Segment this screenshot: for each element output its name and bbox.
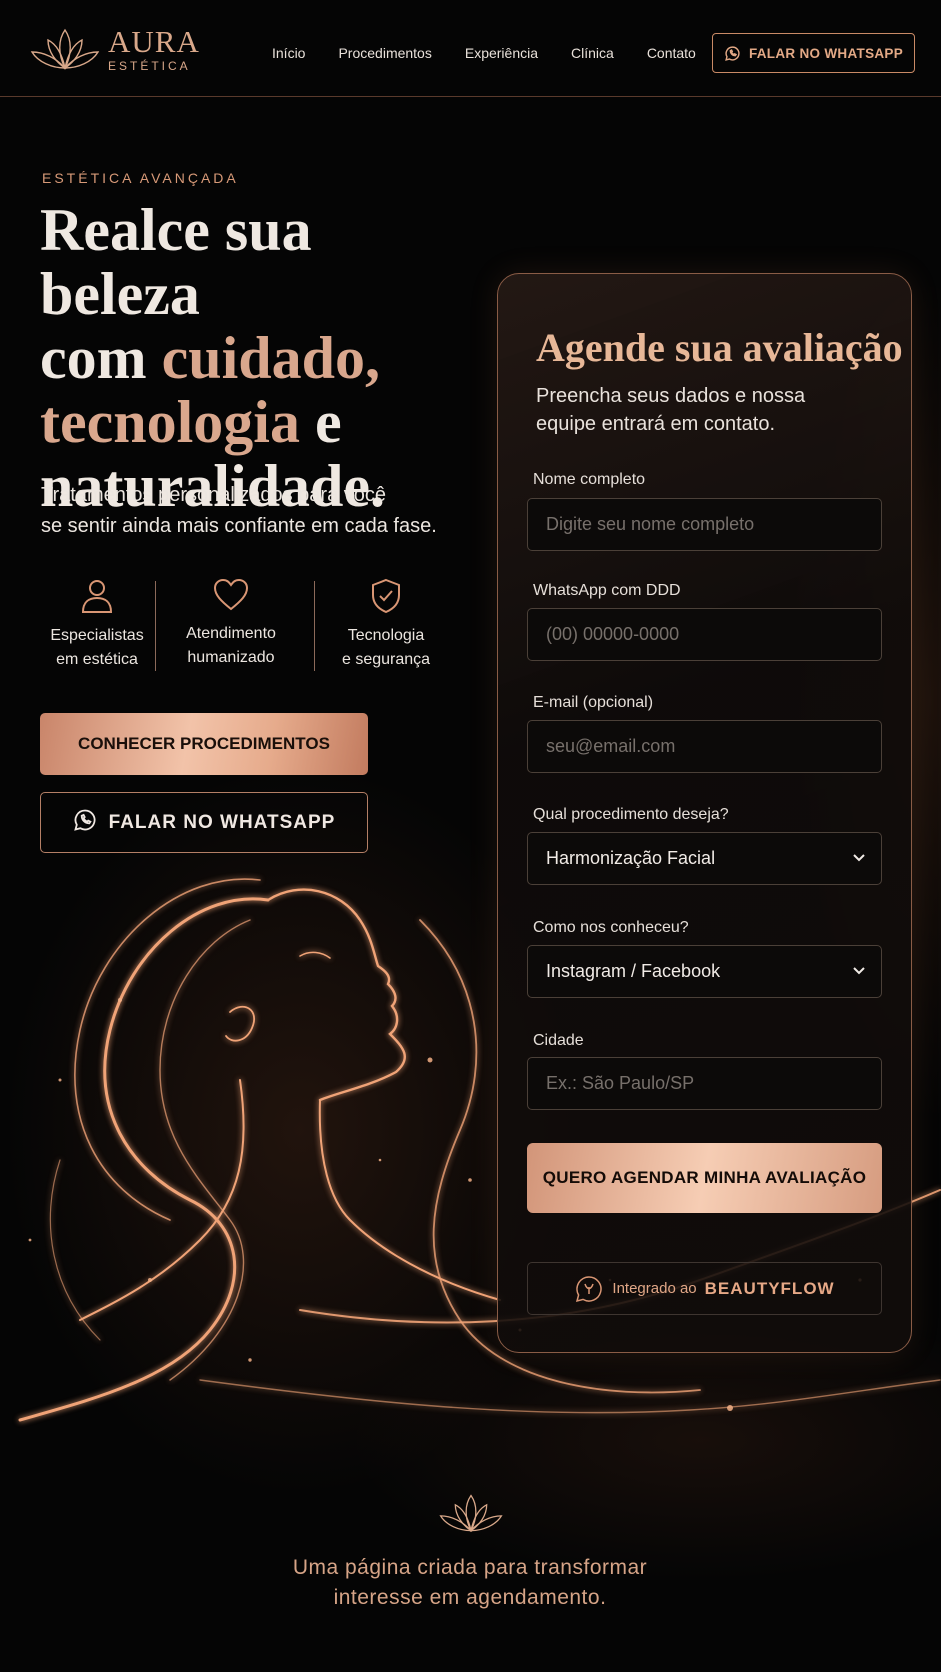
procedures-button[interactable]: CONHECER PROCEDIMENTOS bbox=[40, 713, 368, 775]
title-fragment: e bbox=[299, 389, 342, 455]
nav-item-procedimentos[interactable]: Procedimentos bbox=[338, 45, 431, 61]
feature-divider bbox=[155, 581, 156, 671]
whatsapp-icon bbox=[73, 808, 97, 838]
hero-whatsapp-label: FALAR NO WHATSAPP bbox=[108, 811, 336, 833]
feature-label: Atendimento humanizado bbox=[186, 625, 276, 666]
hero-title-line-2: com cuidado, bbox=[40, 325, 380, 391]
city-placeholder: Ex.: São Paulo/SP bbox=[546, 1073, 695, 1093]
form-subtitle-line-2: equipe entrará em contato. bbox=[536, 413, 776, 435]
chevron-down-icon bbox=[853, 967, 865, 975]
feature-humanized: Atendimento humanizado bbox=[164, 578, 298, 670]
email-field[interactable]: seu@email.com bbox=[527, 720, 882, 773]
feature-label: Tecnologia e segurança bbox=[341, 627, 431, 668]
brand-logo[interactable]: AURA ESTÉTICA bbox=[28, 24, 200, 76]
whatsapp-field[interactable]: (00) 00000-0000 bbox=[527, 608, 882, 661]
feature-label: Especialistas em estética bbox=[50, 627, 144, 668]
chevron-down-icon bbox=[853, 854, 865, 862]
integration-brand: BEAUTYFLOW bbox=[704, 1278, 835, 1298]
form-subtitle: Preencha seus dados e nossa equipe entra… bbox=[536, 382, 886, 438]
source-select[interactable]: Instagram / Facebook bbox=[527, 945, 882, 998]
nav-item-inicio[interactable]: Início bbox=[272, 45, 305, 61]
beautyflow-logo-icon bbox=[576, 1275, 603, 1302]
hero-title: Realce sua beleza com cuidado, tecnologi… bbox=[40, 198, 480, 518]
header-whatsapp-button[interactable]: FALAR NO WHATSAPP bbox=[712, 33, 915, 73]
hero-eyebrow: ESTÉTICA AVANÇADA bbox=[42, 170, 239, 186]
hero-title-line-3: tecnologia e bbox=[40, 389, 342, 455]
email-label: E-mail (opcional) bbox=[533, 694, 654, 711]
title-fragment: Realce sua beleza bbox=[40, 197, 312, 327]
nav-item-clinica[interactable]: Clínica bbox=[571, 45, 614, 61]
feature-divider bbox=[314, 581, 315, 671]
feature-technology: Tecnologia e segurança bbox=[319, 578, 453, 672]
heart-icon bbox=[213, 578, 249, 611]
main-nav: Início Procedimentos Experiência Clínica… bbox=[272, 45, 696, 61]
source-selected-value: Instagram / Facebook bbox=[546, 961, 721, 981]
lotus-icon bbox=[439, 1494, 503, 1533]
tagline-line-2: interesse em agendamento. bbox=[333, 1586, 607, 1609]
appointment-form-card: Agende sua avaliação Preencha seus dados… bbox=[497, 273, 912, 1353]
nav-item-experiencia[interactable]: Experiência bbox=[465, 45, 538, 61]
nav-item-contato[interactable]: Contato bbox=[647, 45, 696, 61]
email-placeholder: seu@email.com bbox=[546, 736, 676, 756]
city-field[interactable]: Ex.: São Paulo/SP bbox=[527, 1057, 882, 1110]
whatsapp-label: WhatsApp com DDD bbox=[533, 582, 681, 599]
title-accent-fragment: tecnologia bbox=[40, 389, 300, 455]
city-label: Cidade bbox=[533, 1032, 584, 1049]
form-subtitle-line-1: Preencha seus dados e nossa bbox=[536, 385, 806, 407]
whatsapp-icon bbox=[724, 45, 741, 62]
whatsapp-placeholder: (00) 00000-0000 bbox=[546, 624, 680, 644]
feature-list: Especialistas em estética Atendimento huma… bbox=[30, 578, 450, 673]
tagline-line-1: Uma página criada para transformar bbox=[292, 1556, 648, 1579]
hero-subtitle: Tratamentos personalizados para você se … bbox=[41, 480, 461, 542]
source-label: Como nos conheceu? bbox=[533, 919, 689, 936]
procedure-label: Qual procedimento deseja? bbox=[533, 806, 729, 823]
user-icon bbox=[81, 580, 113, 613]
title-fragment: com bbox=[40, 325, 162, 391]
hero-subtitle-line-1: Tratamentos personalizados para você bbox=[41, 484, 386, 506]
procedure-selected-value: Harmonização Facial bbox=[546, 848, 716, 868]
integration-badge: Integrado ao BEAUTYFLOW bbox=[527, 1262, 882, 1315]
integration-prefix: Integrado ao bbox=[612, 1280, 697, 1297]
header-whatsapp-label: FALAR NO WHATSAPP bbox=[748, 45, 904, 61]
title-accent-fragment: cuidado, bbox=[161, 325, 381, 391]
procedure-select[interactable]: Harmonização Facial bbox=[527, 832, 882, 885]
form-title: Agende sua avaliação bbox=[536, 325, 903, 370]
feature-specialists: Especialistas em estética bbox=[30, 578, 164, 672]
brand-name: AURA bbox=[108, 24, 200, 59]
shield-check-icon bbox=[372, 578, 400, 614]
brand-subtitle: ESTÉTICA bbox=[108, 59, 191, 73]
hero-whatsapp-button[interactable]: FALAR NO WHATSAPP bbox=[40, 792, 368, 853]
lotus-logo-icon bbox=[30, 28, 100, 70]
footer-tagline: Uma página criada para transformar inter… bbox=[220, 1553, 720, 1613]
name-field[interactable]: Digite seu nome completo bbox=[527, 498, 882, 551]
site-header: AURA ESTÉTICA Início Procedimentos Exper… bbox=[0, 0, 941, 97]
name-placeholder: Digite seu nome completo bbox=[546, 514, 755, 534]
name-label: Nome completo bbox=[533, 471, 646, 488]
submit-button[interactable]: QUERO AGENDAR MINHA AVALIAÇÃO bbox=[527, 1143, 882, 1213]
hero-title-line-1: Realce sua beleza bbox=[40, 197, 312, 327]
hero-subtitle-line-2: se sentir ainda mais confiante em cada f… bbox=[41, 515, 437, 537]
